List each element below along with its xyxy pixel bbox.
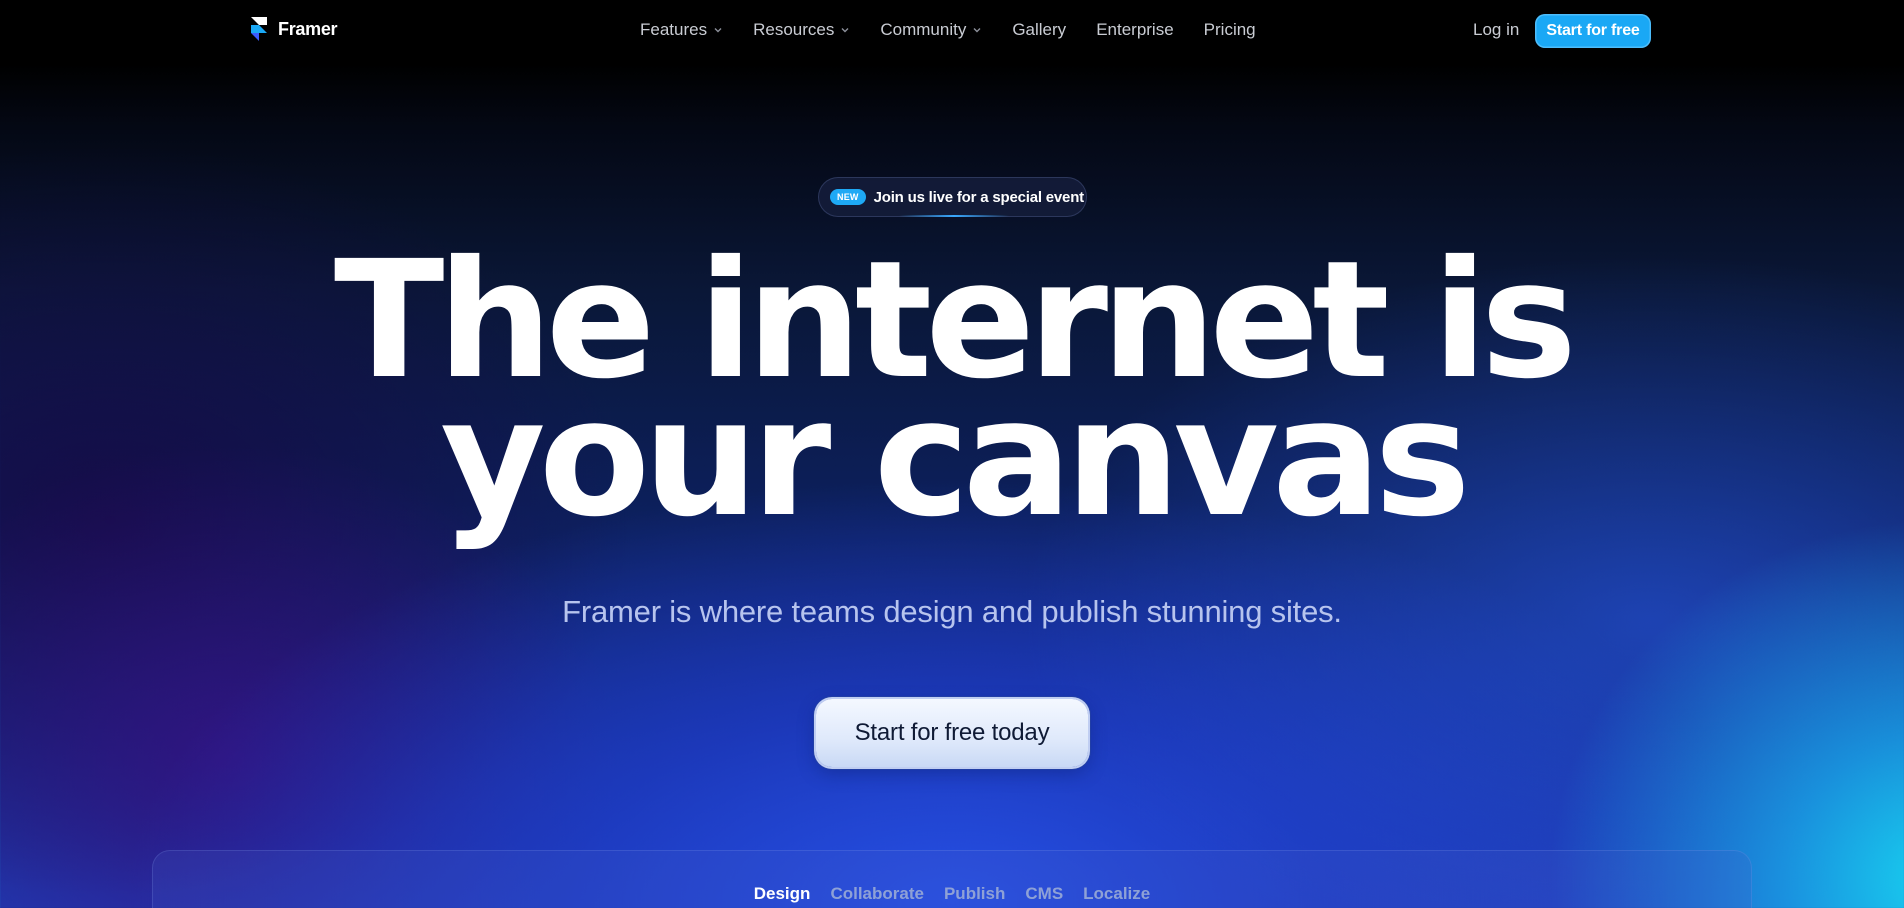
start-for-free-today-button[interactable]: Start for free today (816, 699, 1088, 767)
hero-heading-line-2: your canvas (440, 365, 1471, 553)
nav-item-label: Gallery (1012, 20, 1067, 39)
login-link[interactable]: Log in (1473, 20, 1519, 40)
tab-collaborate[interactable]: Collaborate (830, 884, 924, 904)
start-for-free-button[interactable]: Start for free (1535, 14, 1651, 48)
hero-subtitle: Framer is where teams design and publish… (562, 594, 1342, 629)
showcase-tabs: Design Collaborate Publish CMS Localize (0, 884, 1904, 904)
nav-item-label: Resources (753, 20, 835, 39)
chevron-down-icon (714, 28, 722, 33)
nav-item-label: Features (640, 20, 708, 39)
framer-logo[interactable]: Framer (250, 16, 338, 42)
new-badge: NEW (830, 189, 866, 205)
main-menu: Features Resources Community Gallery Ent… (640, 20, 1256, 40)
chevron-down-icon (841, 28, 849, 33)
nav-item-enterprise[interactable]: Enterprise (1096, 20, 1173, 40)
announcement-text: Join us live for a special event (873, 188, 1085, 206)
nav-item-resources[interactable]: Resources (753, 20, 850, 40)
tab-localize[interactable]: Localize (1083, 884, 1150, 904)
hero-heading: The internet is your canvas (0, 240, 1904, 553)
nav-item-label: Enterprise (1096, 20, 1174, 39)
brand-name: Framer (278, 18, 338, 39)
nav-item-features[interactable]: Features (640, 20, 723, 40)
nav-item-community[interactable]: Community (880, 20, 982, 40)
tab-publish[interactable]: Publish (944, 884, 1005, 904)
tab-design[interactable]: Design (754, 884, 811, 904)
nav-item-label: Community (880, 20, 967, 39)
nav-item-label: Pricing (1203, 20, 1256, 39)
chevron-down-icon (973, 28, 981, 33)
announcement-pill[interactable]: NEW Join us live for a special event (818, 177, 1087, 217)
nav-item-gallery[interactable]: Gallery (1012, 20, 1066, 40)
nav-item-pricing[interactable]: Pricing (1204, 20, 1256, 40)
framer-logo-icon (251, 17, 267, 41)
top-navbar: Framer Features Resources Community Gall… (0, 0, 1904, 62)
tab-cms[interactable]: CMS (1025, 884, 1063, 904)
